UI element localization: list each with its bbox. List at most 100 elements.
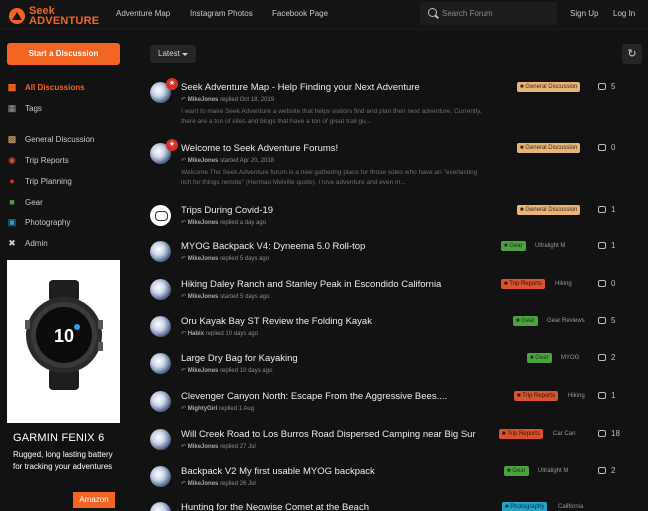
sub-tag[interactable]: Hiking (568, 391, 585, 401)
nav-instagram-photos[interactable]: Instagram Photos (190, 9, 253, 18)
tag-label: Gear (535, 355, 549, 361)
tag-label: General Discussion (525, 207, 578, 213)
discussion-item[interactable]: ★ Welcome to Seek Adventure Forums! ↶ Mike… (150, 139, 648, 199)
tag-icon: ■ (520, 145, 524, 151)
discussion-item[interactable]: Large Dry Bag for Kayaking ↶ MikeJones re… (150, 353, 648, 383)
sort-dropdown[interactable]: Latest (150, 45, 196, 63)
sidebar-item-trip-reports[interactable]: ◉ Trip Reports (7, 153, 69, 167)
meta-username[interactable]: MikeJones (188, 97, 219, 103)
category-tag[interactable]: ■ Trip Reports (499, 429, 543, 439)
avatar[interactable] (150, 502, 171, 511)
log-in-button[interactable]: Log In (613, 9, 635, 18)
avatar[interactable] (150, 316, 171, 337)
reply-icon: ↶ (181, 158, 187, 164)
meta-username[interactable]: MikeJones (188, 220, 219, 226)
mountain-logo-icon (9, 8, 25, 24)
nav-adventure-map[interactable]: Adventure Map (116, 9, 170, 18)
discussion-item[interactable]: Will Creek Road to Los Burros Road Dispe… (150, 429, 648, 459)
discussion-title[interactable]: Hiking Daley Ranch and Stanley Peak in E… (181, 279, 441, 290)
search-input[interactable]: Search Forum (420, 2, 557, 25)
category-tag[interactable]: ■ General Discussion (517, 143, 581, 153)
start-discussion-button[interactable]: Start a Discussion (7, 43, 120, 65)
comment-icon (598, 280, 606, 287)
category-tag[interactable]: ■ Gear (504, 466, 529, 476)
reply-icon: ↶ (181, 331, 187, 337)
discussion-meta: ↶ MikeJones replied 26 Jul (181, 480, 256, 487)
category-tag[interactable]: ■ Trip Reports (501, 279, 545, 289)
sub-tag-label: Ultralight (538, 468, 562, 474)
avatar[interactable] (150, 241, 171, 262)
tag-icon: ■ (502, 431, 506, 437)
comment-icon (598, 392, 606, 399)
discussion-meta: ↶ MightyGirl replied 1 Aug (181, 405, 254, 412)
sub-tag[interactable]: Gear Reviews (547, 316, 585, 326)
meta-username[interactable]: MikeJones (188, 444, 219, 450)
site-logo[interactable]: Seek ADVENTURE (9, 5, 99, 27)
reply-count: 5 (598, 316, 615, 325)
reply-count: 18 (598, 429, 620, 438)
sub-tag[interactable]: MYOG (561, 353, 579, 363)
discussion-item[interactable]: Clevenger Canyon North: Escape From the … (150, 391, 648, 421)
discussion-item[interactable]: Hiking Daley Ranch and Stanley Peak in E… (150, 279, 648, 309)
tag-icon: ■ (520, 84, 524, 90)
sidebar-item-admin[interactable]: ✖ Admin (7, 236, 47, 250)
discussion-title[interactable]: Trips During Covid-19 (181, 205, 273, 216)
discussion-title[interactable]: Seek Adventure Map - Help Finding your N… (181, 82, 420, 93)
category-tag[interactable]: ■ General Discussion (517, 82, 581, 92)
category-tag[interactable]: ■ Photography (502, 502, 548, 511)
meta-username[interactable]: MikeJones (188, 294, 219, 300)
avatar[interactable] (150, 279, 171, 300)
sidebar-item-photography[interactable]: ▣ Photography (7, 215, 71, 229)
meta-username[interactable]: MikeJones (188, 256, 219, 262)
category-tag[interactable]: ■ Trip Reports (514, 391, 558, 401)
discussion-item[interactable]: Oru Kayak Bay ST Review the Folding Kaya… (150, 316, 648, 346)
discussion-item[interactable]: Backpack V2 My first usable MYOG backpac… (150, 466, 648, 496)
discussion-item[interactable]: Hunting for the Neowise Comet at the Bea… (150, 502, 648, 511)
tag-label: Photography (510, 504, 545, 510)
discussion-title[interactable]: Large Dry Bag for Kayaking (181, 353, 298, 364)
avatar[interactable] (150, 429, 171, 450)
avatar[interactable] (150, 391, 171, 412)
sub-tag-extra: M (563, 468, 569, 474)
meta-username[interactable]: MikeJones (188, 158, 219, 164)
sub-tag[interactable]: Car Can (553, 429, 575, 439)
avatar[interactable] (150, 205, 171, 226)
category-tag[interactable]: ■ General Discussion (517, 205, 581, 215)
sub-tag[interactable]: Ultralight M (535, 241, 565, 251)
meta-username[interactable]: MightyGirl (188, 406, 218, 412)
category-tag[interactable]: ■ Gear (527, 353, 552, 363)
discussion-item[interactable]: MYOG Backpack V4: Dyneema 5.0 Roll-top ↶ … (150, 241, 648, 271)
sub-tag[interactable]: Ultralight M (538, 466, 568, 476)
sidebar-item-all-discussions[interactable]: ▩ All Discussions (7, 80, 85, 94)
meta-username[interactable]: MikeJones (188, 481, 219, 487)
reply-count-value: 5 (611, 82, 616, 91)
sub-tag-extra: M (560, 243, 566, 249)
amazon-button[interactable]: Amazon (73, 492, 115, 508)
sub-tag[interactable]: California (558, 502, 583, 511)
meta-username[interactable]: Habix (188, 331, 204, 337)
discussion-title[interactable]: Welcome to Seek Adventure Forums! (181, 143, 338, 154)
refresh-button[interactable]: ↻ (622, 44, 642, 64)
avatar[interactable] (150, 466, 171, 487)
sidebar-item-tags[interactable]: ▦ Tags (7, 101, 42, 115)
discussion-title[interactable]: Will Creek Road to Los Burros Road Dispe… (181, 429, 476, 440)
nav-facebook-page[interactable]: Facebook Page (272, 9, 328, 18)
discussion-title[interactable]: Backpack V2 My first usable MYOG backpac… (181, 466, 375, 477)
category-tag[interactable]: ■ Gear (513, 316, 538, 326)
meta-username[interactable]: MikeJones (188, 368, 219, 374)
sidebar-item-gear[interactable]: ■ Gear (7, 195, 43, 209)
discussion-title[interactable]: Oru Kayak Bay ST Review the Folding Kaya… (181, 316, 372, 327)
discussion-title[interactable]: MYOG Backpack V4: Dyneema 5.0 Roll-top (181, 241, 365, 252)
sign-up-button[interactable]: Sign Up (570, 9, 598, 18)
discussion-title[interactable]: Clevenger Canyon North: Escape From the … (181, 391, 447, 402)
discussion-item[interactable]: ★ Seek Adventure Map - Help Finding your … (150, 78, 648, 138)
garmin-ad[interactable]: 10 GARMIN FENIX 6 Rugged, long lasting b… (7, 260, 120, 511)
avatar[interactable] (150, 353, 171, 374)
sidebar-item-trip-planning[interactable]: ● Trip Planning (7, 174, 72, 188)
sidebar-item-general-discussion[interactable]: ▩ General Discussion (7, 132, 95, 146)
discussion-item[interactable]: Trips During Covid-19 ↶ MikeJones replied… (150, 205, 648, 235)
reply-icon: ↶ (181, 406, 187, 412)
discussion-title[interactable]: Hunting for the Neowise Comet at the Bea… (181, 502, 369, 511)
sub-tag[interactable]: Hiking (555, 279, 572, 289)
category-tag[interactable]: ■ Gear (501, 241, 526, 251)
